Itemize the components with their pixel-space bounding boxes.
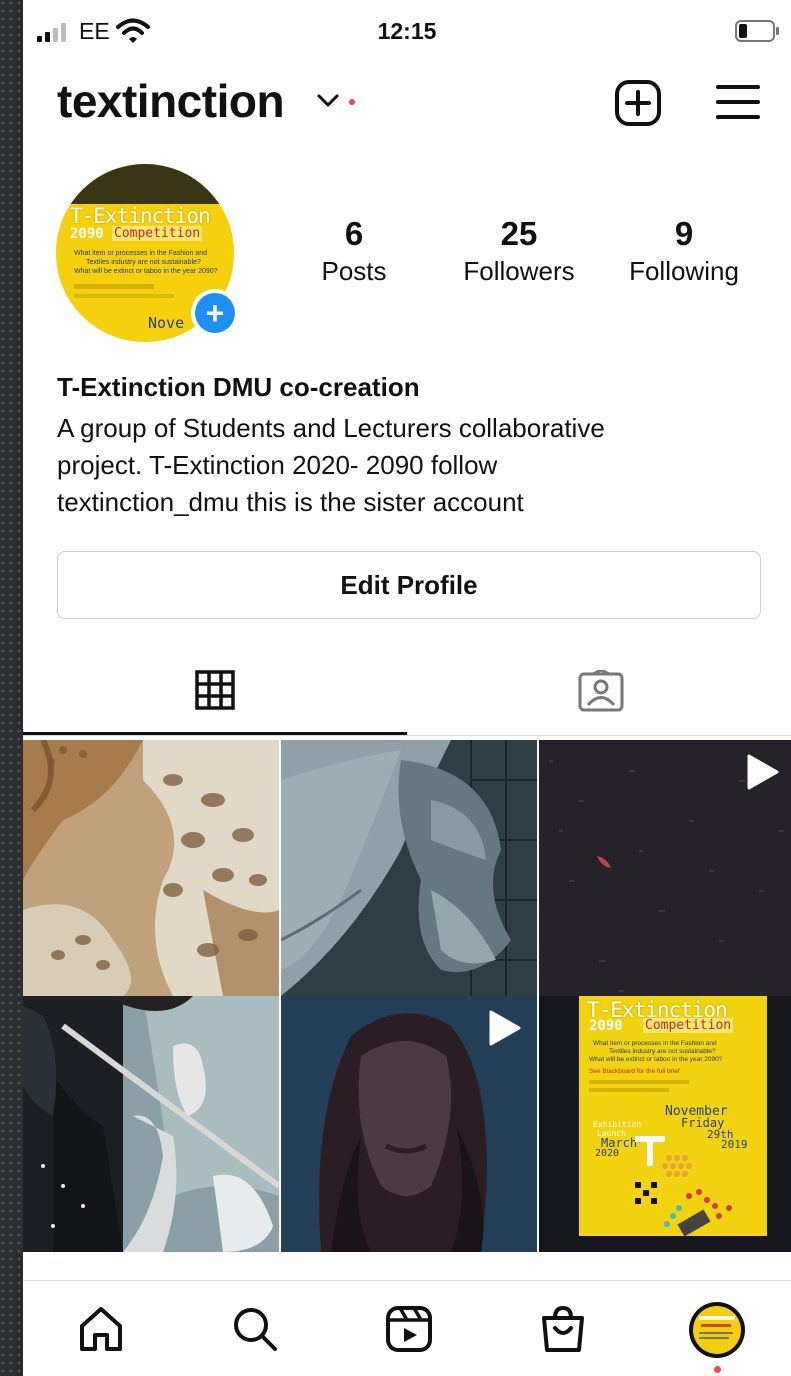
home-icon[interactable] <box>76 1304 126 1354</box>
new-post-icon[interactable] <box>614 79 662 127</box>
plus-icon[interactable]: + <box>195 293 235 333</box>
profile-notification-dot <box>714 1366 721 1373</box>
post-image <box>281 740 537 996</box>
post-thumbnail-face[interactable] <box>281 996 537 1252</box>
avatar-poster-title: T-Extinction <box>70 204 211 228</box>
followers-count[interactable]: 25 Followers <box>434 214 604 288</box>
account-notification-dot <box>349 99 355 105</box>
edit-profile-button[interactable]: Edit Profile <box>57 551 761 619</box>
poster-artwork <box>635 1136 732 1237</box>
following-count-value: 9 <box>674 215 694 252</box>
grid-icon <box>195 670 235 710</box>
video-play-icon <box>747 754 779 790</box>
tab-posts-grid[interactable] <box>23 640 407 738</box>
tagged-icon <box>578 670 624 712</box>
bio-line: project. T-Extinction 2020- 2090 follow <box>57 450 498 480</box>
chevron-down-icon[interactable] <box>317 94 339 108</box>
video-play-icon <box>489 1010 521 1046</box>
search-icon[interactable] <box>230 1304 280 1354</box>
post-thumbnail-poster[interactable]: T-Extinction 2090 Competition What item … <box>539 996 791 1252</box>
profile-username[interactable]: textinction <box>57 74 285 128</box>
followers-count-label: Followers <box>463 256 575 286</box>
bio-line: A group of Students and Lecturers collab… <box>57 413 605 443</box>
profile-display-name: T-Extinction DMU co-creation <box>57 372 420 402</box>
avatar-poster-corner-text: Nove <box>148 314 185 332</box>
avatar-poster-line1: What item or processes in the Fashion an… <box>74 250 208 257</box>
profile-bio: A group of Students and Lecturers collab… <box>57 410 757 521</box>
avatar-poster-line3: What will be extinct or taboo in the yea… <box>74 268 218 275</box>
post-thumbnail-soil[interactable] <box>539 740 791 996</box>
battery-icon <box>735 20 779 42</box>
post-thumbnail-lace[interactable] <box>23 740 279 996</box>
shop-icon[interactable] <box>538 1304 588 1354</box>
post-thumbnail-denim[interactable] <box>281 740 537 996</box>
menu-icon[interactable] <box>716 84 760 120</box>
posts-count-value: 6 <box>344 215 364 252</box>
followers-count-value: 25 <box>500 215 538 252</box>
tabs-divider <box>23 735 791 736</box>
avatar-poster-year: 2090 <box>70 226 104 242</box>
bottom-nav-divider <box>23 1280 791 1281</box>
reels-icon[interactable] <box>384 1304 434 1354</box>
status-bar: EE 12:15 <box>23 0 791 62</box>
following-count[interactable]: 9 Following <box>599 214 769 288</box>
add-story-button[interactable]: + <box>191 289 239 337</box>
avatar-poster-line2: Textiles industry are not sustainable? <box>86 259 201 266</box>
profile-tab-avatar-image <box>693 1306 741 1354</box>
phone-screen: EE 12:15 textinction T-Extinction 2090 C <box>23 0 791 1376</box>
bio-line: textinction_dmu this is the sister accou… <box>57 487 524 517</box>
post-image <box>23 996 279 1252</box>
posts-count[interactable]: 6 Posts <box>269 214 439 288</box>
posts-count-label: Posts <box>321 256 387 286</box>
status-time: 12:15 <box>377 18 437 44</box>
profile-avatar-container[interactable]: T-Extinction 2090 Competition What item … <box>56 164 239 342</box>
post-thumbnail-clothes[interactable] <box>23 996 279 1252</box>
avatar-poster-subtitle: Competition <box>112 226 203 241</box>
post-image <box>23 740 279 996</box>
profile-tab-avatar[interactable] <box>689 1302 745 1358</box>
following-count-label: Following <box>629 256 739 286</box>
tab-tagged[interactable] <box>407 640 791 738</box>
